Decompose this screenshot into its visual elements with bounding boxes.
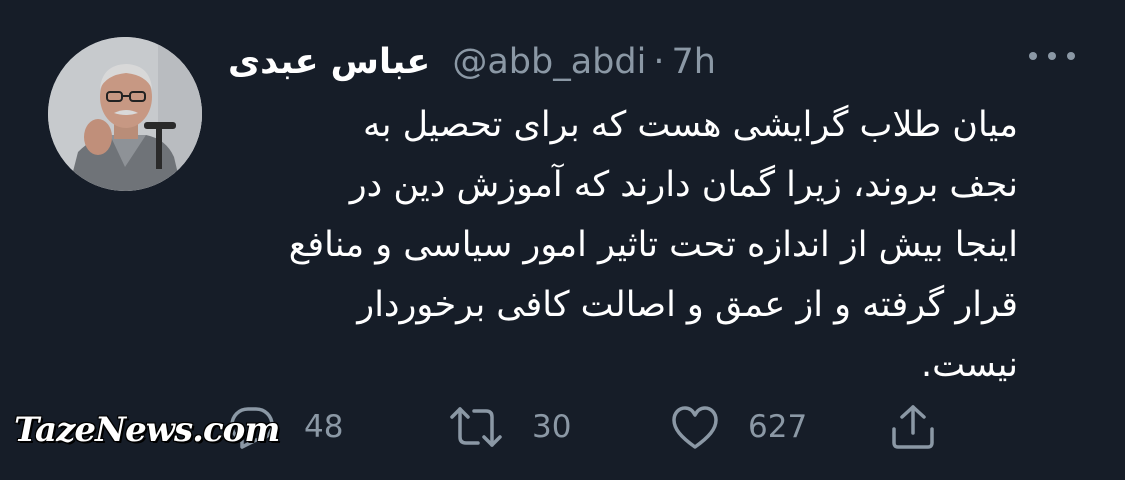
more-options-button[interactable]	[1024, 41, 1080, 71]
share-button[interactable]	[888, 403, 938, 451]
author-name[interactable]: عباس عبدی	[228, 42, 430, 82]
author-handle[interactable]: @abb_abdi	[452, 42, 646, 82]
tweet-text-line: نجف بروند، زیرا گمان دارند که آموزش دین …	[349, 165, 1018, 205]
like-button[interactable]: 627	[670, 403, 807, 451]
tweet-text-line: نیست.	[920, 345, 1018, 385]
retweet-count: 30	[532, 409, 572, 445]
tweet-time[interactable]: 7h	[671, 42, 715, 82]
share-icon	[892, 405, 934, 449]
retweet-button[interactable]: 30	[448, 403, 571, 451]
heart-icon	[672, 406, 718, 449]
tweet-text-line: قرار گرفته و از عمق و اصالت کافی برخوردا…	[357, 285, 1018, 325]
avatar[interactable]	[48, 37, 202, 191]
tweet-text-line: اینجا بیش از اندازه تحت تاثیر امور سیاسی…	[288, 225, 1018, 265]
like-count: 627	[748, 409, 808, 445]
more-horizontal-icon	[1029, 52, 1075, 60]
tweet-text: میان طلاب گرایشی هست که برای تحصیل به نج…	[218, 95, 1018, 395]
reply-count: 48	[304, 409, 344, 445]
separator-dot: ·	[653, 42, 665, 82]
retweet-icon	[450, 407, 502, 447]
tweet-header: عباس عبدی @abb_abdi · 7h	[228, 34, 716, 90]
watermark: TazeNews.com	[14, 410, 280, 450]
tweet-text-line: میان طلاب گرایشی هست که برای تحصیل به	[363, 105, 1018, 145]
